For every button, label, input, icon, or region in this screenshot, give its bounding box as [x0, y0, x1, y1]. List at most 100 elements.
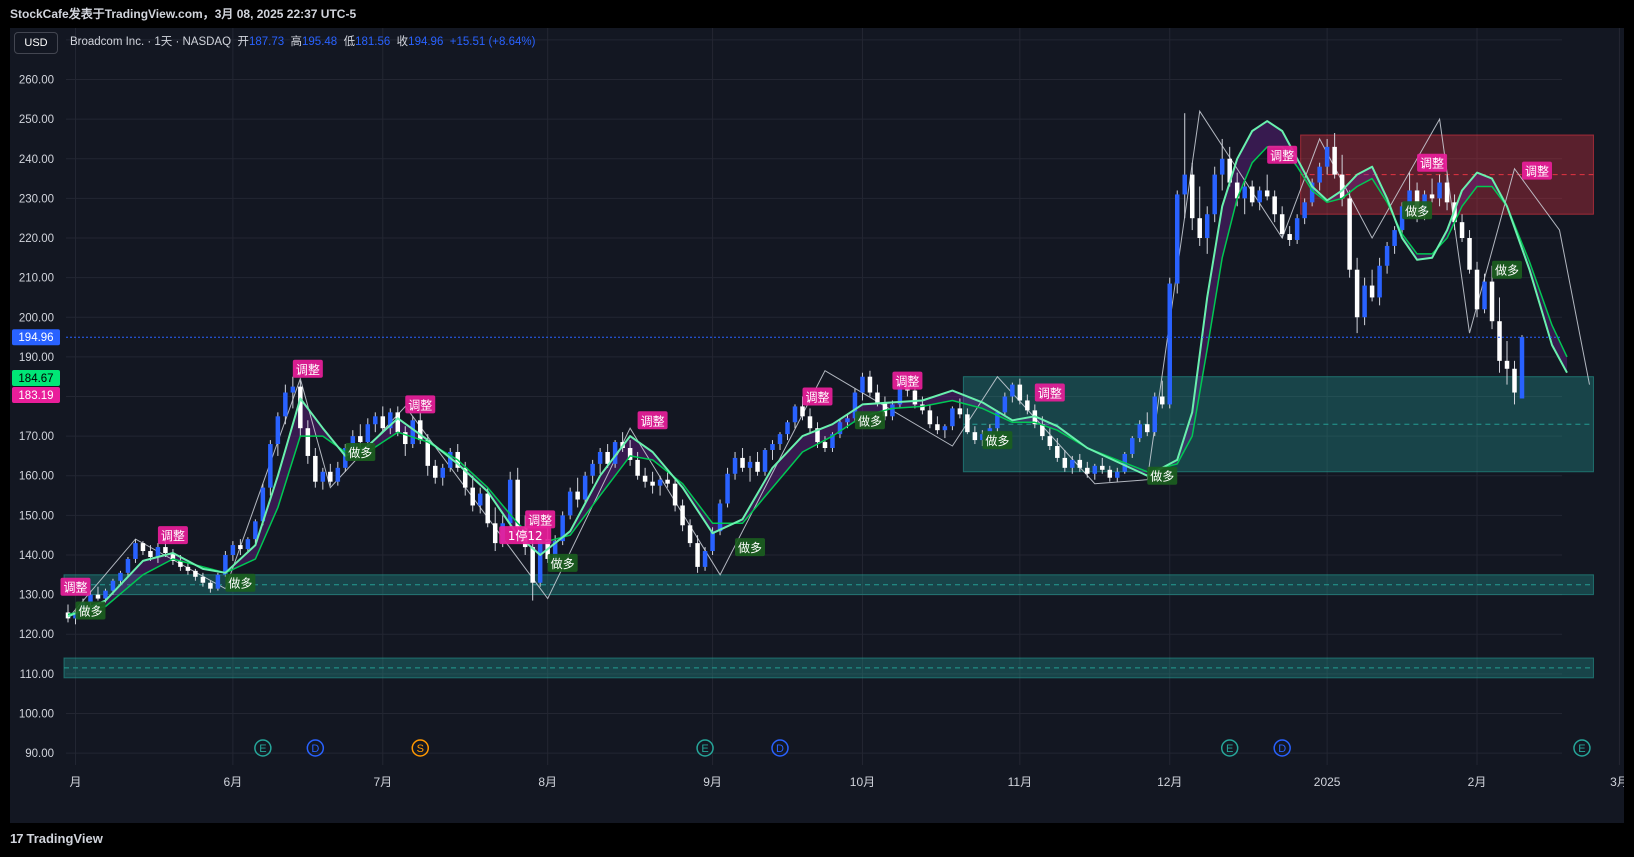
candle-body: [717, 503, 723, 532]
candle-body: [373, 416, 378, 425]
signal-label-adjust: 调整: [1267, 145, 1298, 164]
y-tick-label: 190.00: [19, 352, 54, 364]
candle-body: [125, 558, 131, 573]
candle-body: [1512, 368, 1517, 393]
candle-body: [680, 505, 685, 526]
y-tick-label: 250.00: [19, 114, 54, 126]
legend-symbol[interactable]: Broadcom Inc. · 1天 · NASDAQ: [70, 36, 231, 48]
candle-body: [1204, 214, 1210, 239]
candle-body: [567, 491, 573, 516]
candle-body: [1482, 281, 1487, 310]
candle-body: [702, 551, 708, 567]
candle-body: [657, 479, 663, 486]
signal-label-text: 调整: [408, 397, 432, 412]
candle-body: [1070, 459, 1075, 468]
y-tick-label: 230.00: [19, 193, 54, 205]
candle-body: [1092, 465, 1098, 474]
legend-close-label: 收: [396, 36, 409, 48]
candle-body: [845, 418, 850, 423]
candle-body: [290, 386, 296, 393]
candle-body: [215, 574, 221, 589]
candle-body: [875, 392, 880, 403]
candle-body: [238, 545, 243, 550]
price-tag-text: 184.67: [18, 373, 53, 385]
candle-body: [950, 408, 955, 427]
candle-body: [1339, 174, 1345, 199]
candle-body: [755, 461, 760, 472]
y-tick-label: 100.00: [19, 708, 54, 720]
event-letter: S: [417, 743, 424, 755]
candle-body: [1055, 446, 1060, 458]
currency-button[interactable]: USD: [14, 32, 58, 54]
candle-body: [575, 491, 580, 500]
signal-label-text: 调整: [528, 512, 552, 527]
event-letter: E: [1226, 743, 1233, 755]
candle-body: [920, 404, 925, 411]
candle-body: [770, 444, 775, 450]
signal-label-text: 做多: [1405, 203, 1429, 218]
candle-body: [1219, 158, 1225, 175]
signal-label-text: 调整: [805, 390, 829, 405]
tradingview-brand: TradingView: [26, 831, 103, 846]
candle-body: [1474, 269, 1480, 310]
candle-body: [140, 543, 146, 552]
y-tick-label: 130.00: [19, 590, 54, 602]
price-chart[interactable]: 90.00 100.00 110.00 120.00 130.00 140.00 150.0…: [10, 28, 1624, 823]
candle-body: [935, 424, 940, 431]
candle-body: [1182, 174, 1187, 195]
signal-label-adjust: 调整: [1521, 161, 1552, 180]
candle-body: [957, 408, 963, 415]
candle-body: [635, 459, 640, 476]
signal-label-adjust: 调整: [405, 395, 436, 414]
symbol-legend: Broadcom Inc. · 1天 · NASDAQ 开187.73 高195…: [70, 33, 535, 49]
signal-label-long: 做多: [735, 538, 766, 557]
x-tick-label: 9月: [703, 775, 722, 789]
candle-body: [1377, 265, 1382, 298]
x-tick-label: 2月: [1468, 775, 1487, 789]
event-letter: E: [259, 743, 266, 755]
candle-body: [665, 479, 670, 484]
candle-body: [792, 406, 798, 423]
signal-label-adjust: 调整: [637, 411, 668, 430]
candle-body: [1362, 285, 1367, 318]
candle-body: [1347, 198, 1352, 270]
candle-body: [1137, 424, 1143, 439]
signal-label-long: 做多: [75, 601, 106, 620]
candle-body: [747, 461, 753, 468]
y-tick-label: 160.00: [19, 471, 54, 483]
tradingview-logo[interactable]: 17 TradingView: [10, 831, 103, 846]
signal-label-text: 调整: [641, 413, 665, 428]
candle-body: [470, 487, 475, 506]
x-tick-label: 10月: [850, 775, 875, 789]
x-tick-label: 11月: [1008, 775, 1032, 789]
event-letter: E: [1578, 743, 1585, 755]
signal-label-text: 做多: [858, 413, 882, 428]
legend-low: 181.56: [355, 36, 391, 48]
candle-body: [1212, 174, 1217, 215]
candle-body: [1130, 438, 1135, 454]
event-letter: D: [311, 743, 319, 755]
candle-body: [1047, 436, 1053, 447]
candle-body: [1077, 459, 1083, 468]
signal-label-long: 做多: [854, 411, 885, 430]
candle-body: [972, 432, 978, 441]
candle-body: [1002, 396, 1008, 413]
x-tick-label: 6月: [224, 775, 243, 789]
candle-body: [245, 539, 251, 550]
candle-body: [1189, 174, 1195, 219]
candle-body: [253, 521, 258, 540]
candle-body: [1294, 218, 1300, 240]
candle-body: [590, 463, 595, 476]
y-tick-label: 150.00: [19, 510, 54, 522]
signal-label-adjust: 1停12: [499, 526, 552, 545]
signal-label-text: 调整: [895, 374, 919, 389]
candle-body: [193, 570, 198, 577]
candle-body: [530, 547, 535, 583]
candle-body: [432, 465, 438, 478]
signal-label-adjust: 调整: [292, 359, 323, 378]
legend-close: 194.96: [408, 36, 444, 48]
candle-body: [1429, 194, 1435, 199]
candle-body: [965, 414, 970, 433]
candle-body: [485, 493, 490, 524]
candle-body: [1504, 360, 1510, 369]
